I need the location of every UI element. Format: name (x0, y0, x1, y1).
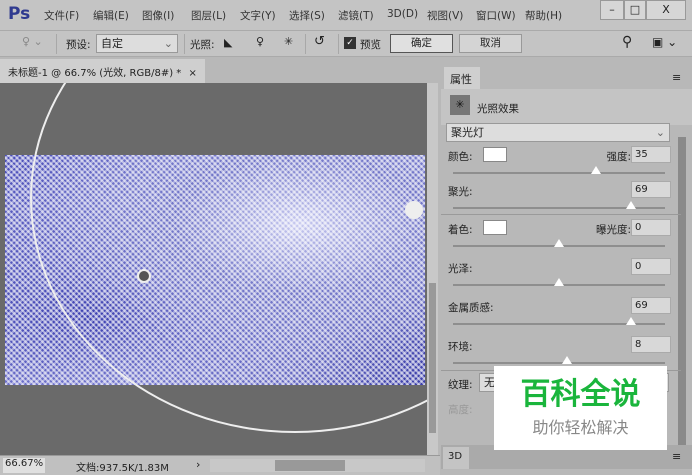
search-icon[interactable]: ⚲ (622, 34, 632, 50)
app-logo: Ps (8, 4, 31, 24)
options-bar: ♀ ⌄ 预设: 自定 ⌄ 光照: ◣ ♀ ✳ ↺ ✓ 预览 确定 取消 ⚲ ▣ ⌄ (0, 30, 692, 57)
spot-light-icon[interactable]: ◣ (224, 36, 232, 49)
point-light-icon[interactable]: ♀ (256, 35, 264, 48)
maximize-button[interactable]: □ (624, 0, 646, 20)
reset-light-icon[interactable]: ↺ (314, 34, 325, 49)
close-tab-icon[interactable]: × (188, 68, 196, 79)
light-type-select[interactable]: 聚光灯 ⌄ (446, 123, 670, 142)
menu-item[interactable]: 滤镜(T) (338, 8, 374, 23)
vertical-scrollbar[interactable] (427, 83, 438, 455)
ok-button[interactable]: 确定 (390, 34, 453, 53)
preset-select[interactable]: 自定 ⌄ (96, 34, 178, 53)
watermark-subtitle: 助你轻松解决 (532, 418, 629, 437)
hotspot-slider-thumb[interactable] (626, 201, 637, 209)
intensity-ring-handle[interactable] (405, 201, 423, 219)
intensity-slider-thumb[interactable] (591, 166, 602, 174)
status-menu-arrow[interactable]: › (196, 458, 200, 471)
menu-item[interactable]: 选择(S) (289, 8, 325, 23)
ambience-slider[interactable] (453, 362, 665, 364)
gloss-row-label: 光泽: (448, 263, 473, 275)
preview-checkbox[interactable]: ✓ (344, 37, 356, 49)
cancel-button[interactable]: 取消 (459, 34, 522, 53)
3d-panel-menu-icon[interactable]: ≡ (672, 450, 681, 463)
minimize-button[interactable]: – (600, 0, 624, 20)
close-button[interactable]: X (646, 0, 686, 20)
gloss-input[interactable]: 0 (631, 258, 671, 275)
metallic-slider-thumb[interactable] (626, 317, 637, 325)
metallic-row-label: 金属质感: (448, 302, 494, 314)
exposure-color-swatch[interactable] (483, 220, 507, 235)
ambience-row-label: 环境: (448, 341, 473, 353)
canvas[interactable] (0, 83, 427, 455)
lighting-effects-icon: ✳ (450, 95, 470, 115)
menu-item[interactable]: 文件(F) (44, 8, 79, 23)
ambience-slider-thumb[interactable] (562, 356, 573, 364)
intensity-color-swatch[interactable] (483, 147, 507, 162)
document-size: 文档:937.5K/1.83M (76, 463, 169, 474)
exposure-input[interactable]: 0 (631, 219, 671, 236)
menu-item[interactable]: 图层(L) (191, 8, 226, 23)
panel-title: 光照效果 (477, 103, 519, 115)
gloss-slider-thumb[interactable] (554, 278, 564, 286)
exposure-slider-thumb[interactable] (554, 239, 564, 247)
hotspot-row-label: 聚光: (448, 186, 473, 198)
panel-menu-icon[interactable]: ≡ (672, 71, 681, 84)
intensity-label: 强度: (606, 151, 631, 163)
status-bar: 66.67% 文档:937.5K/1.83M › (0, 455, 440, 475)
zoom-level[interactable]: 66.67% (3, 458, 45, 473)
menu-item[interactable]: 编辑(E) (93, 8, 129, 23)
height-label: 高度: (448, 404, 473, 416)
exposure-label: 曝光度: (595, 224, 631, 236)
watermark: 百科全说 助你轻松解决 (494, 366, 667, 450)
document-tab[interactable]: 未标题-1 @ 66.7% (光效, RGB/8#) * × (0, 59, 205, 83)
intensity-slider[interactable] (453, 172, 665, 174)
document-tab-bar: 未标题-1 @ 66.7% (光效, RGB/8#) * × (0, 57, 440, 83)
preset-label: 预设: (66, 39, 91, 51)
menu-item[interactable]: 窗口(W) (476, 8, 516, 23)
ambience-input[interactable]: 8 (631, 336, 671, 353)
menu-bar: Ps 文件(F) 编辑(E) 图像(I) 图层(L) 文字(Y) 选择(S) 滤镜(T) 3D… (0, 0, 692, 30)
menu-item[interactable]: 3D(D) (387, 8, 418, 20)
panel-scrollbar[interactable] (678, 137, 686, 452)
exposure-row-label: 着色: (448, 224, 473, 236)
lights-label: 光照: (190, 39, 215, 51)
texture-label: 纹理: (448, 379, 473, 391)
preset-value: 自定 (101, 37, 123, 50)
metallic-input[interactable]: 69 (631, 297, 671, 314)
menu-item[interactable]: 文字(Y) (240, 8, 276, 23)
light-bulb-tool-icon[interactable]: ♀ ⌄ (22, 35, 43, 48)
preview-label: 预览 (360, 39, 381, 51)
intensity-row-label: 颜色: (448, 151, 473, 163)
light-center-handle[interactable] (137, 269, 151, 283)
document-tab-label: 未标题-1 @ 66.7% (光效, RGB/8#) * (8, 68, 182, 79)
menu-item[interactable]: 图像(I) (142, 8, 174, 23)
menu-item[interactable]: 帮助(H) (525, 8, 562, 23)
menu-item[interactable]: 视图(V) (427, 8, 463, 23)
infinite-light-icon[interactable]: ✳ (284, 35, 293, 48)
light-type-value: 聚光灯 (451, 126, 484, 139)
intensity-input[interactable]: 35 (631, 146, 671, 163)
horizontal-scrollbar[interactable] (210, 459, 425, 472)
watermark-title: 百科全说 (520, 377, 641, 412)
3d-tab[interactable]: 3D (443, 447, 469, 469)
workspace-icon[interactable]: ▣ ⌄ (652, 35, 677, 49)
hotspot-input[interactable]: 69 (631, 181, 671, 198)
properties-tab[interactable]: 属性 (444, 67, 480, 89)
